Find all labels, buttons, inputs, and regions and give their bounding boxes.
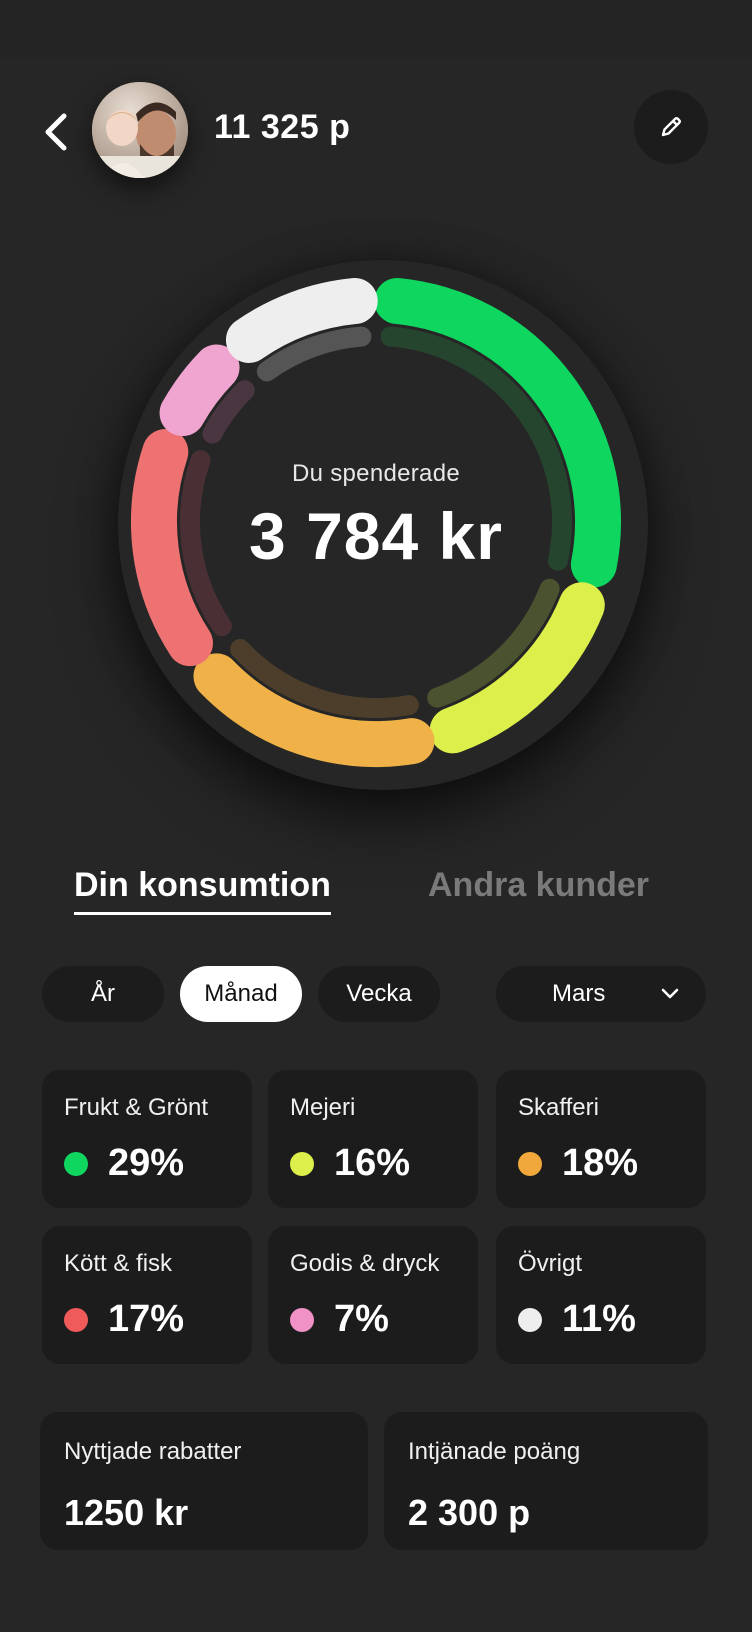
donut-total: 3 784 kr: [249, 499, 503, 573]
category-label: Skafferi: [518, 1094, 599, 1121]
category-dot: [518, 1151, 542, 1176]
category-percent: 7%: [334, 1298, 389, 1340]
tab-label: Din konsumtion: [74, 866, 331, 904]
earned-points-card: Intjänade poäng 2 300 p: [384, 1412, 708, 1550]
period-month-button[interactable]: Månad: [180, 966, 302, 1022]
category-percent: 11%: [562, 1298, 636, 1340]
category-card-mejeri[interactable]: Mejeri 16%: [268, 1070, 478, 1208]
category-dot: [64, 1307, 88, 1332]
category-percent: 18%: [562, 1142, 639, 1184]
month-value: Mars: [552, 980, 606, 1007]
tab-label: Andra kunder: [428, 866, 650, 904]
period-year-button[interactable]: År: [42, 966, 164, 1022]
donut-slice-mejeri: [429, 582, 605, 754]
used-discounts-card: Nyttjade rabatter 1250 kr: [40, 1412, 368, 1550]
pill-label: Vecka: [346, 980, 412, 1007]
back-button[interactable]: [38, 108, 74, 156]
period-week-button[interactable]: Vecka: [318, 966, 440, 1022]
category-card-skafferi[interactable]: Skafferi 18%: [496, 1070, 706, 1208]
category-label: Kött & fisk: [64, 1250, 173, 1277]
category-dot: [290, 1151, 314, 1176]
earned-points-label: Intjänade poäng: [408, 1438, 581, 1465]
earned-points-value: 2 300 p: [408, 1492, 531, 1533]
tab-din-konsumtion[interactable]: Din konsumtion: [74, 866, 331, 915]
category-card-frukt[interactable]: Frukt & Grönt 29%: [42, 1070, 252, 1208]
category-card-ovrigt[interactable]: Övrigt 11%: [496, 1226, 706, 1364]
donut-caption: Du spenderade: [291, 460, 461, 487]
category-card-kott-fisk[interactable]: Kött & fisk 17%: [42, 1226, 252, 1364]
chevron-down-icon: [661, 988, 679, 999]
pill-label: År: [91, 980, 115, 1007]
category-percent: 16%: [334, 1142, 411, 1184]
category-label: Övrigt: [518, 1250, 583, 1277]
edit-button[interactable]: [634, 90, 708, 164]
used-discounts-label: Nyttjade rabatter: [64, 1438, 242, 1465]
category-card-godis-dryck[interactable]: Godis & dryck 7%: [268, 1226, 478, 1364]
pencil-icon: [661, 117, 681, 137]
spending-donut: Du spenderade 3 784 kr: [0, 230, 752, 810]
points-balance: 11 325 p: [214, 108, 351, 146]
category-percent: 17%: [108, 1298, 185, 1340]
status-bar: [0, 0, 752, 58]
category-percent: 29%: [108, 1142, 185, 1184]
tab-underline: [74, 912, 331, 915]
user-avatar[interactable]: [92, 82, 188, 178]
category-label: Godis & dryck: [290, 1250, 440, 1277]
used-discounts-value: 1250 kr: [64, 1492, 189, 1533]
avatar-photo: [92, 82, 188, 178]
category-dot: [64, 1151, 88, 1176]
category-dot: [290, 1307, 314, 1332]
pill-label: Månad: [204, 980, 278, 1007]
donut-slice-godis-dryck: [159, 344, 240, 437]
month-select[interactable]: Mars: [496, 966, 706, 1022]
category-dot: [518, 1307, 542, 1332]
category-label: Frukt & Grönt: [64, 1094, 209, 1121]
tab-andra-kunder[interactable]: Andra kunder: [428, 866, 649, 905]
category-label: Mejeri: [290, 1094, 356, 1121]
chevron-left-icon: [45, 113, 67, 151]
